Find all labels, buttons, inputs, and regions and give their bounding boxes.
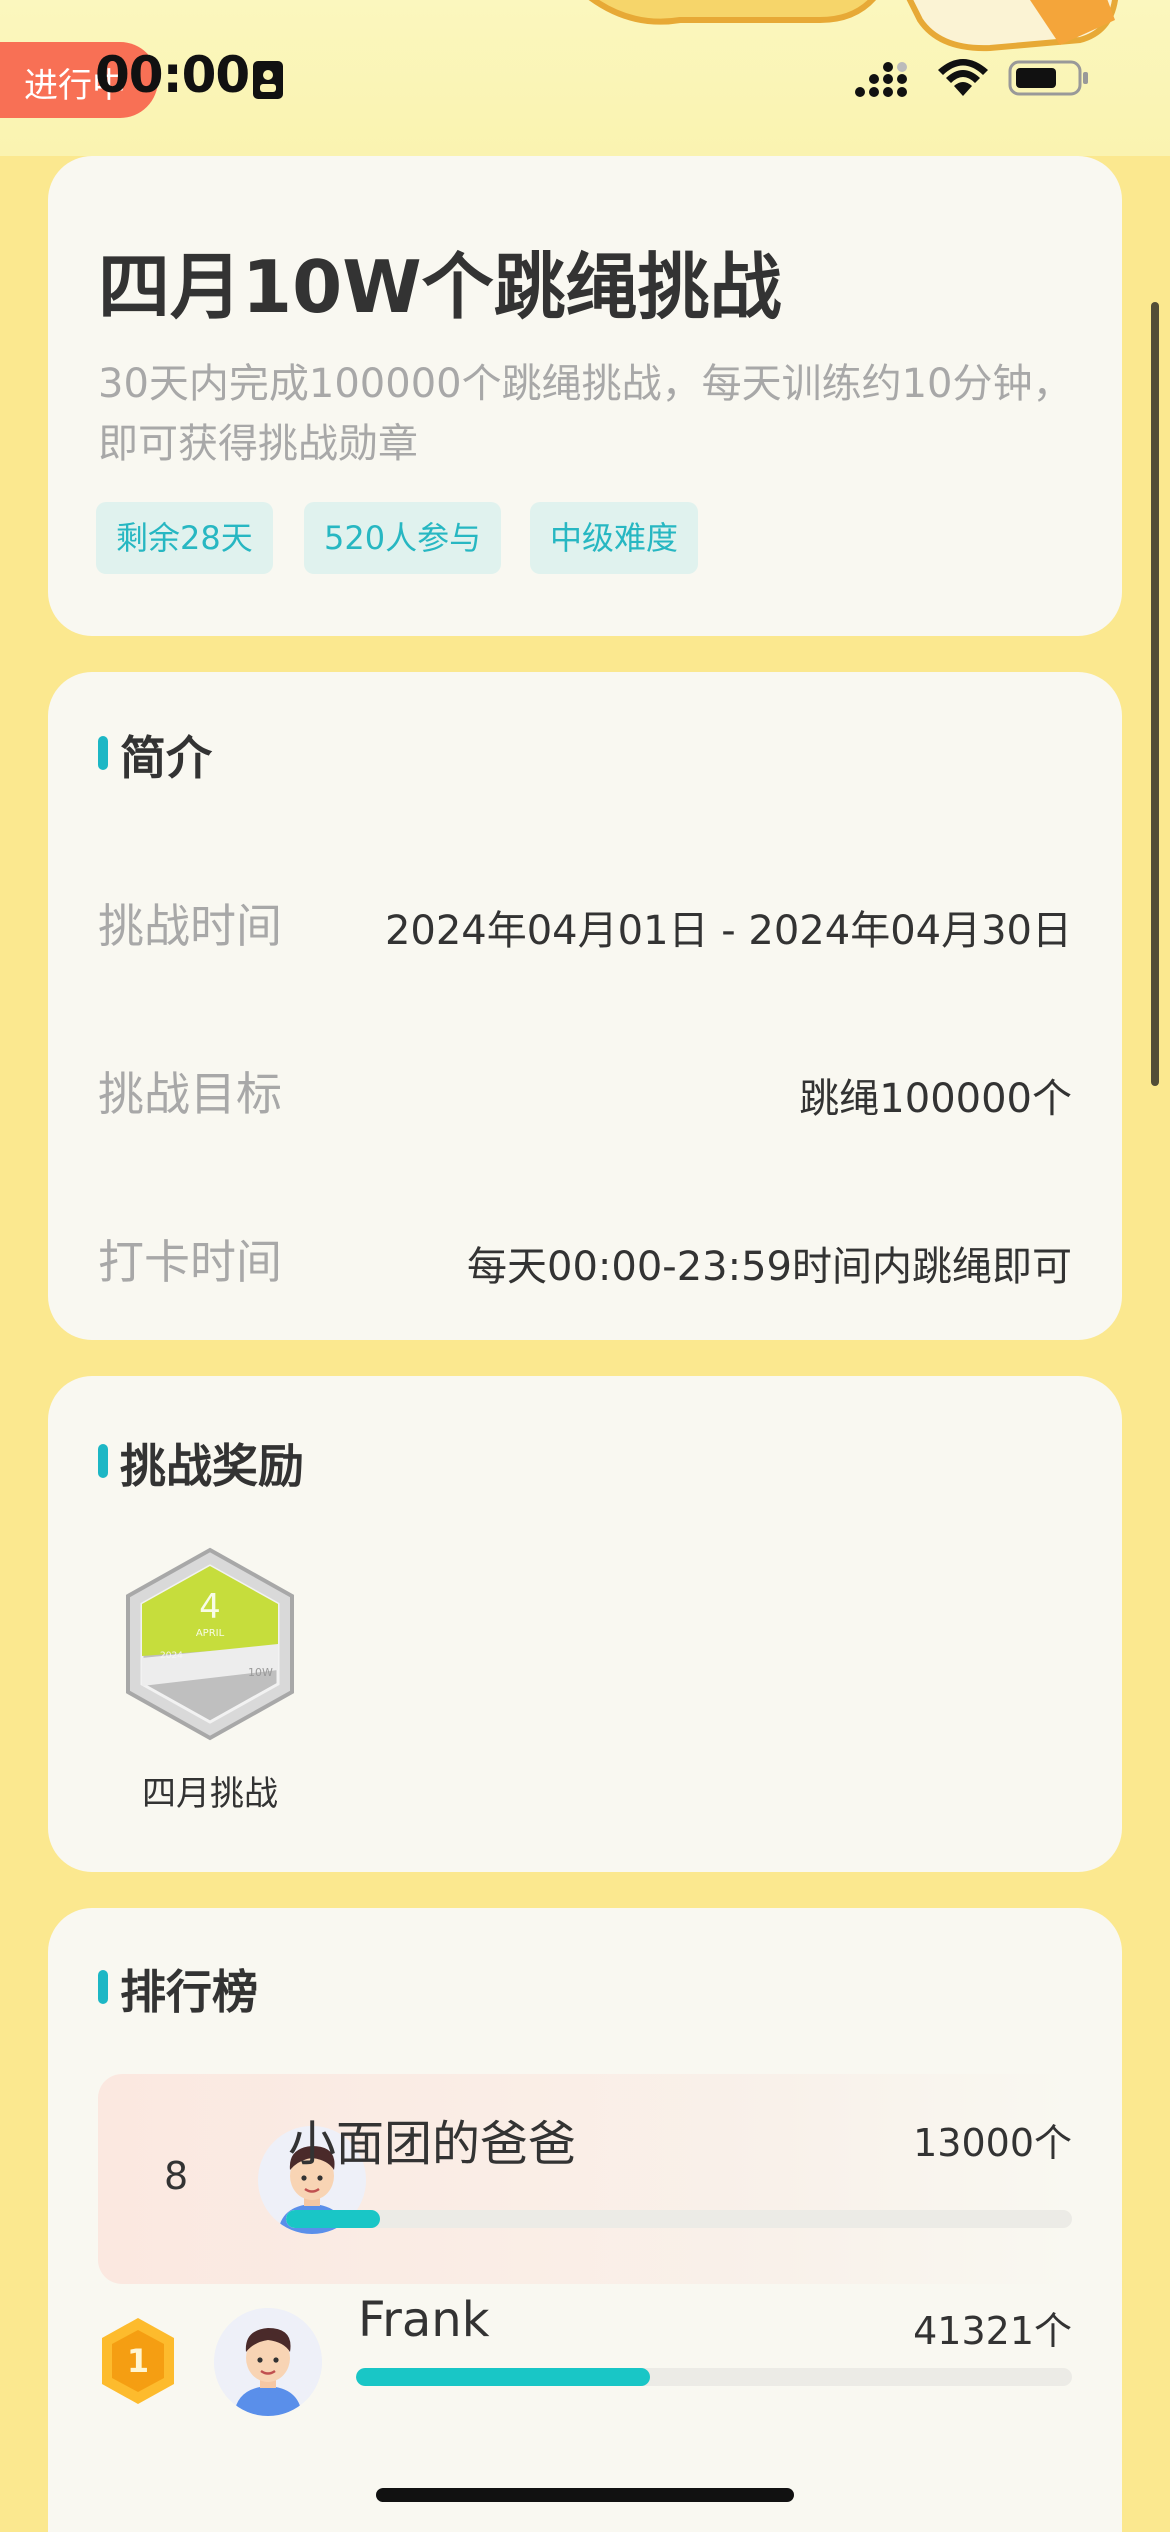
scrollbar[interactable] (1151, 302, 1159, 1086)
medal-badge-icon[interactable]: 4 APRIL 2024 10W (120, 1546, 300, 1742)
info-label-goal: 挑战目标 (98, 1067, 282, 1121)
rank-user-count: 41321个 (913, 2309, 1072, 2353)
home-indicator[interactable] (376, 2488, 794, 2502)
info-value-time: 2024年04月01日 - 2024年04月30日 (384, 908, 1072, 954)
section-accent-bar (98, 1970, 108, 2004)
wifi-icon (938, 59, 988, 96)
intro-title: 简介 (120, 731, 212, 785)
tag-difficulty: 中级难度 (530, 502, 699, 574)
challenge-description: 30天内完成100000个跳绳挑战，每天训练约10分钟，即可获得挑战勋章 (98, 361, 1073, 467)
my-rank-row[interactable]: 8 小面团的爸爸 13000个 (98, 2074, 1072, 2284)
info-value-checkin: 每天00:00-23:59时间内跳绳即可 (467, 1244, 1072, 1290)
rank-progress-track (356, 2368, 1072, 2386)
intro-card: 简介 挑战时间 2024年04月01日 - 2024年04月30日 挑战目标 跳… (48, 672, 1122, 1340)
rewards-title: 挑战奖励 (120, 1439, 304, 1493)
my-user-name: 小面团的爸爸 (288, 2116, 577, 2172)
badge-label: 四月挑战 (142, 1774, 278, 1814)
battery-icon (1008, 60, 1088, 96)
status-time: 00:00 (95, 46, 250, 104)
rewards-card: 挑战奖励 4 APRIL 2024 10W 四月挑战 (48, 1376, 1122, 1872)
section-accent-bar (98, 736, 108, 770)
badge-year: 2024 (160, 1651, 183, 1661)
rank-progress-fill (356, 2368, 650, 2386)
my-rank-number: 8 (164, 2154, 189, 2198)
tag-participants: 520人参与 (304, 502, 502, 574)
status-bar: 进行中 00:00 (0, 0, 1170, 156)
avatar (214, 2308, 322, 2416)
ranking-title: 排行榜 (120, 1965, 258, 2019)
signal-icon (855, 62, 907, 97)
info-label-time: 挑战时间 (98, 899, 282, 953)
challenge-header-card: 四月10W个跳绳挑战 30天内完成100000个跳绳挑战，每天训练约10分钟，即… (48, 156, 1122, 636)
info-label-checkin: 打卡时间 (98, 1235, 282, 1289)
my-user-count: 13000个 (913, 2121, 1072, 2165)
rank-user-name: Frank (358, 2292, 490, 2348)
challenge-title: 四月10W个跳绳挑战 (98, 245, 782, 329)
badge-sub: APRIL (196, 1628, 225, 1639)
my-progress-track (286, 2210, 1072, 2228)
challenge-detail-screen: 进行中 00:00 四月10W个跳绳挑战 30天内完成100000个跳绳挑战，每… (0, 0, 1170, 2532)
gold-medal-icon: 1 (102, 2318, 174, 2404)
badge-target: 10W (248, 1666, 273, 1679)
user-avatar-icon (214, 2308, 322, 2416)
info-value-goal: 跳绳100000个 (799, 1076, 1072, 1122)
section-accent-bar (98, 1444, 108, 1478)
sim-card-icon (253, 61, 283, 99)
rank-list-item[interactable]: 1 Frank 41321个 (48, 2292, 1122, 2458)
badge-number: 4 (199, 1587, 221, 1627)
my-progress-fill (286, 2210, 381, 2228)
ranking-card: 排行榜 8 小面团的爸爸 13000个 1 Frank 41321个 (48, 1908, 1122, 2532)
medal-rank-number: 1 (127, 2342, 149, 2380)
tag-days-left: 剩余28天 (96, 502, 273, 574)
